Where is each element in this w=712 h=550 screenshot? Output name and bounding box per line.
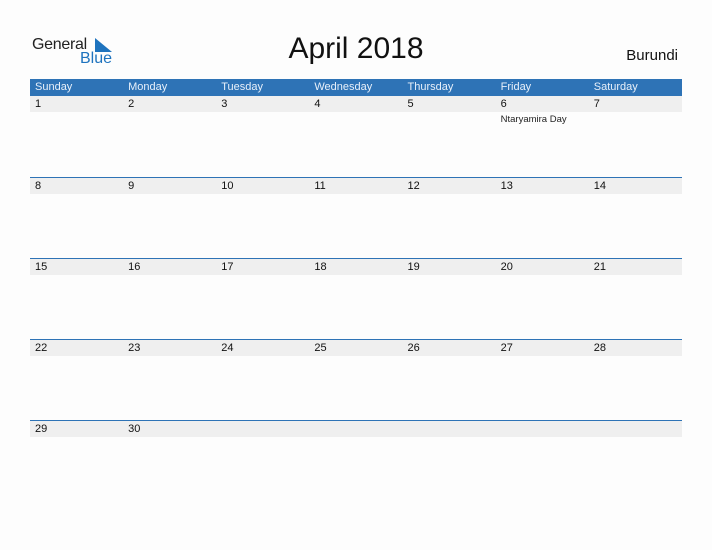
- day-number: 21: [593, 261, 606, 273]
- week-row: 29 30: [30, 420, 682, 501]
- weekday-label: Wednesday: [314, 81, 373, 93]
- week-row: 1 2 3 4 5 6 7 Ntaryamira Day: [30, 96, 682, 177]
- day-event: [309, 114, 402, 125]
- weekday-label: Thursday: [407, 81, 454, 93]
- day-event: [589, 114, 682, 125]
- day-number: 10: [221, 180, 234, 192]
- day-number: 2: [128, 98, 135, 110]
- day-event: Ntaryamira Day: [500, 114, 567, 125]
- day-event-area: [30, 356, 682, 358]
- day-number: [403, 421, 496, 437]
- day-number: 26: [407, 342, 420, 354]
- day-number: 13: [500, 180, 513, 192]
- calendar-grid: Sunday Monday Tuesday Wednesday Thursday Frid…: [30, 79, 682, 501]
- weekday-label: Sunday: [35, 81, 73, 93]
- day-number-band: 29 30: [30, 421, 682, 437]
- day-number: 8: [35, 180, 42, 192]
- weekday-label: Tuesday: [221, 81, 264, 93]
- week-row: 8 9 10 11 12 13 14: [30, 177, 682, 258]
- day-number: 7: [593, 98, 600, 110]
- week-row: 15 16 17 18 19 20 21: [30, 258, 682, 339]
- day-number: 23: [128, 342, 141, 354]
- day-number: 11: [314, 180, 326, 192]
- day-event-area: Ntaryamira Day: [30, 112, 682, 125]
- country-label: Burundi: [626, 47, 678, 64]
- day-number: 24: [221, 342, 234, 354]
- day-number: [589, 421, 682, 437]
- day-number: 18: [314, 261, 327, 273]
- day-number-band: 15 16 17 18 19 20 21: [30, 259, 682, 275]
- weekday-label: Monday: [128, 81, 168, 93]
- day-number: 19: [407, 261, 420, 273]
- day-event: [403, 114, 496, 125]
- day-number: 12: [407, 180, 420, 192]
- day-number: 25: [314, 342, 327, 354]
- day-number-band: 22 23 24 25 26 27 28: [30, 340, 682, 356]
- week-row: 22 23 24 25 26 27 28: [30, 339, 682, 420]
- day-number: 6: [500, 98, 507, 110]
- day-number: 22: [35, 342, 48, 354]
- day-number: [216, 421, 309, 437]
- day-event: [30, 114, 123, 125]
- weekday-label: Friday: [500, 81, 532, 93]
- day-event-area: [30, 437, 682, 439]
- day-number: 28: [593, 342, 606, 354]
- day-number: [496, 421, 589, 437]
- day-number: 14: [593, 180, 606, 192]
- day-number: 15: [35, 261, 48, 273]
- day-event: [216, 114, 309, 125]
- day-number: 4: [314, 98, 321, 110]
- day-number: 20: [500, 261, 513, 273]
- weekday-header: Sunday Monday Tuesday Wednesday Thursday Frid…: [30, 79, 682, 96]
- day-number: 30: [128, 423, 141, 435]
- day-number-band: 1 2 3 4 5 6 7: [30, 96, 682, 112]
- day-number: 27: [500, 342, 513, 354]
- day-number-band: 8 9 10 11 12 13 14: [30, 178, 682, 194]
- day-number: 1: [35, 98, 42, 110]
- day-number: 16: [128, 261, 141, 273]
- day-event: [123, 114, 216, 125]
- day-number: 3: [221, 98, 228, 110]
- calendar-title: April 2018: [288, 32, 424, 65]
- weekday-label: Saturday: [593, 81, 638, 93]
- day-event-area: [30, 194, 682, 196]
- day-event-area: [30, 275, 682, 277]
- day-number: 9: [128, 180, 135, 192]
- day-number: 17: [221, 261, 234, 273]
- day-number: 29: [35, 423, 48, 435]
- day-number: 5: [407, 98, 414, 110]
- day-number: [309, 421, 402, 437]
